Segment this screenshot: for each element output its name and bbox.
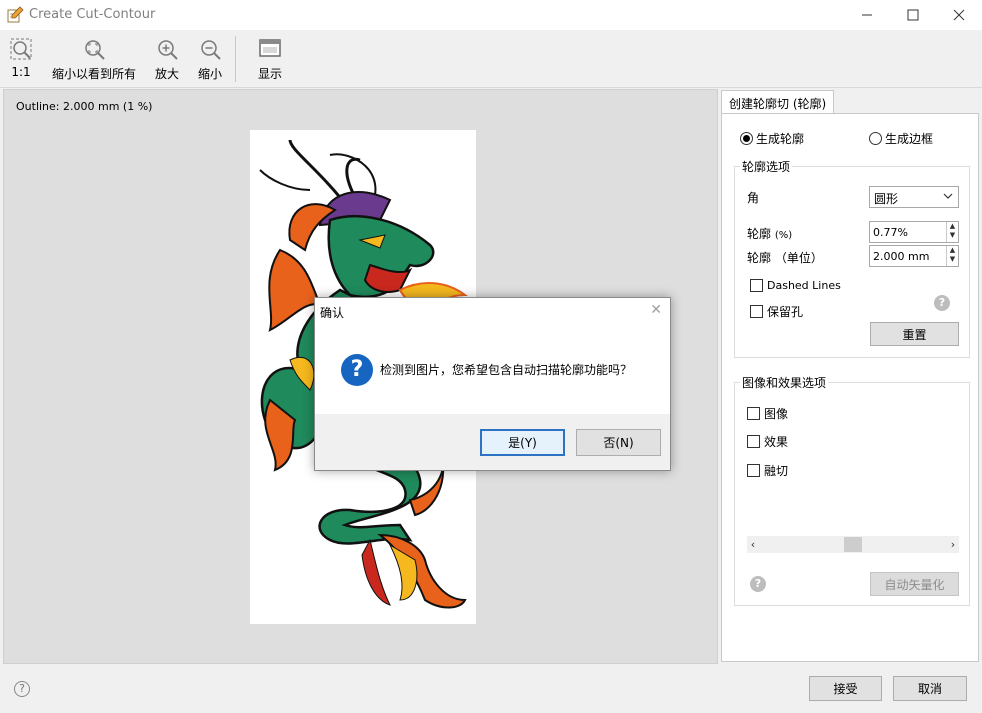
image-effects-group: 图像和效果选项 图像 效果 融切 ‹ › ? 自动矢量化 [734,374,970,606]
zoom-actual-size-button[interactable]: 1:1 [6,36,36,86]
zoom-in-button[interactable]: 放大 [150,36,184,86]
scroll-right-icon[interactable]: › [947,536,959,553]
image-effects-title: 图像和效果选项 [740,374,829,391]
contour-unit-value: 2.000 mm [873,250,930,263]
bottom-bar: ? 接受 取消 [0,664,982,713]
cancel-button[interactable]: 取消 [893,676,967,701]
stepper-arrows-icon[interactable]: ▲ ▼ [946,222,958,242]
checkbox-box [750,305,763,318]
outline-info: Outline: 2.000 mm (1 %) [16,100,153,113]
corner-select[interactable]: 圆形 [869,186,959,208]
zoom-actual-size-label: 1:1 [11,65,31,79]
app-pencil-icon [7,6,24,23]
zoom-out-label: 缩小 [197,67,222,81]
dashed-lines-checkbox[interactable]: Dashed Lines [750,279,841,292]
keep-holes-label: 保留孔 [767,305,804,319]
stepper-arrows-icon[interactable]: ▲ ▼ [946,246,958,266]
close-icon [953,9,965,21]
dialog-message: 检测到图片，您希望包含自动扫描轮廓功能吗？ [380,363,633,377]
dialog-close-icon[interactable]: ✕ [650,302,662,318]
zoom-out-icon [201,40,221,60]
checkbox-box [747,407,760,420]
display-label: 显示 [257,67,282,81]
zoom-in-label: 放大 [154,67,179,81]
effects-checkbox[interactable]: 效果 [747,433,788,450]
zoom-fit-icon [85,40,105,60]
checkbox-box [747,435,760,448]
contour-percent-unit: (%) [774,230,793,241]
zoom-fit-button[interactable]: 缩小以看到所有 [50,36,138,86]
yes-button[interactable]: 是(Y) [480,429,565,456]
tab-body: 生成轮廓 生成边框 轮廓选项 角 圆形 轮廓 (%) 0.77% ▲ ▼ 轮廓 （… [721,113,979,662]
toolbar-separator [235,36,236,82]
radio-dot-selected [740,132,753,145]
tab-create-contour[interactable]: 创建轮廓切 (轮廓) [721,90,835,114]
radio-generate-frame-label: 生成边框 [885,132,934,146]
maximize-icon [907,9,919,21]
scrollbar-thumb[interactable] [844,537,862,552]
help-icon[interactable]: ? [934,295,950,311]
image-checkbox[interactable]: 图像 [747,405,788,422]
dashed-lines-label: Dashed Lines [767,279,841,292]
weld-checkbox-label: 融切 [764,464,789,478]
chevron-down-icon [943,193,953,199]
contour-unit-label: 轮廓 （单位） [747,251,823,265]
display-window-icon [259,39,281,57]
keep-holes-checkbox[interactable]: 保留孔 [750,303,803,320]
title-bar: Create Cut-Contour [0,0,982,30]
checkbox-box [750,279,763,292]
toolbar: 1:1 缩小以看到所有 放大 缩小 显示 [0,30,982,88]
close-button[interactable] [936,0,982,30]
minimize-icon [862,14,872,16]
contour-percent-stepper[interactable]: 0.77% ▲ ▼ [869,221,959,243]
radio-dot [869,132,882,145]
help-icon[interactable]: ? [750,576,766,592]
zoom-actual-size-icon [10,38,32,60]
accept-button[interactable]: 接受 [809,676,882,701]
contour-percent-label: 轮廓 (%) [747,227,793,241]
weld-checkbox[interactable]: 融切 [747,462,788,479]
contour-percent-value: 0.77% [873,226,908,239]
checkbox-box [747,464,760,477]
display-button[interactable]: 显示 [253,36,287,86]
image-checkbox-label: 图像 [764,407,789,421]
minimize-button[interactable] [844,0,890,30]
contour-unit-stepper[interactable]: 2.000 mm ▲ ▼ [869,245,959,267]
window-title: Create Cut-Contour [29,7,156,22]
zoom-fit-label: 缩小以看到所有 [51,67,136,81]
radio-generate-contour[interactable]: 生成轮廓 [740,130,804,147]
confirm-dialog: 确认 ✕ ? 检测到图片，您希望包含自动扫描轮廓功能吗？ 是(Y) 否(N) [314,297,671,471]
maximize-button[interactable] [890,0,936,30]
radio-generate-contour-label: 生成轮廓 [756,132,805,146]
corner-select-value: 圆形 [874,192,899,206]
question-icon: ? [341,354,373,386]
help-icon[interactable]: ? [14,681,30,697]
scroll-left-icon[interactable]: ‹ [747,536,759,553]
contour-options-group: 轮廓选项 角 圆形 轮廓 (%) 0.77% ▲ ▼ 轮廓 （单位） 2.000 … [734,158,970,358]
dialog-title: 确认 [320,306,345,320]
reset-button[interactable]: 重置 [870,322,959,346]
corner-label: 角 [747,191,760,205]
horizontal-scrollbar[interactable]: ‹ › [747,536,959,553]
radio-generate-frame[interactable]: 生成边框 [869,130,933,147]
contour-options-title: 轮廓选项 [740,158,793,175]
auto-vectorize-button[interactable]: 自动矢量化 [870,572,959,596]
effects-checkbox-label: 效果 [764,435,789,449]
dialog-footer: 是(Y) 否(N) [315,414,670,470]
contour-settings-panel: 创建轮廓切 (轮廓) 生成轮廓 生成边框 轮廓选项 角 圆形 轮廓 (%) 0.… [721,90,979,662]
zoom-in-icon [158,40,178,60]
no-button[interactable]: 否(N) [576,429,661,456]
zoom-out-button[interactable]: 缩小 [193,36,227,86]
